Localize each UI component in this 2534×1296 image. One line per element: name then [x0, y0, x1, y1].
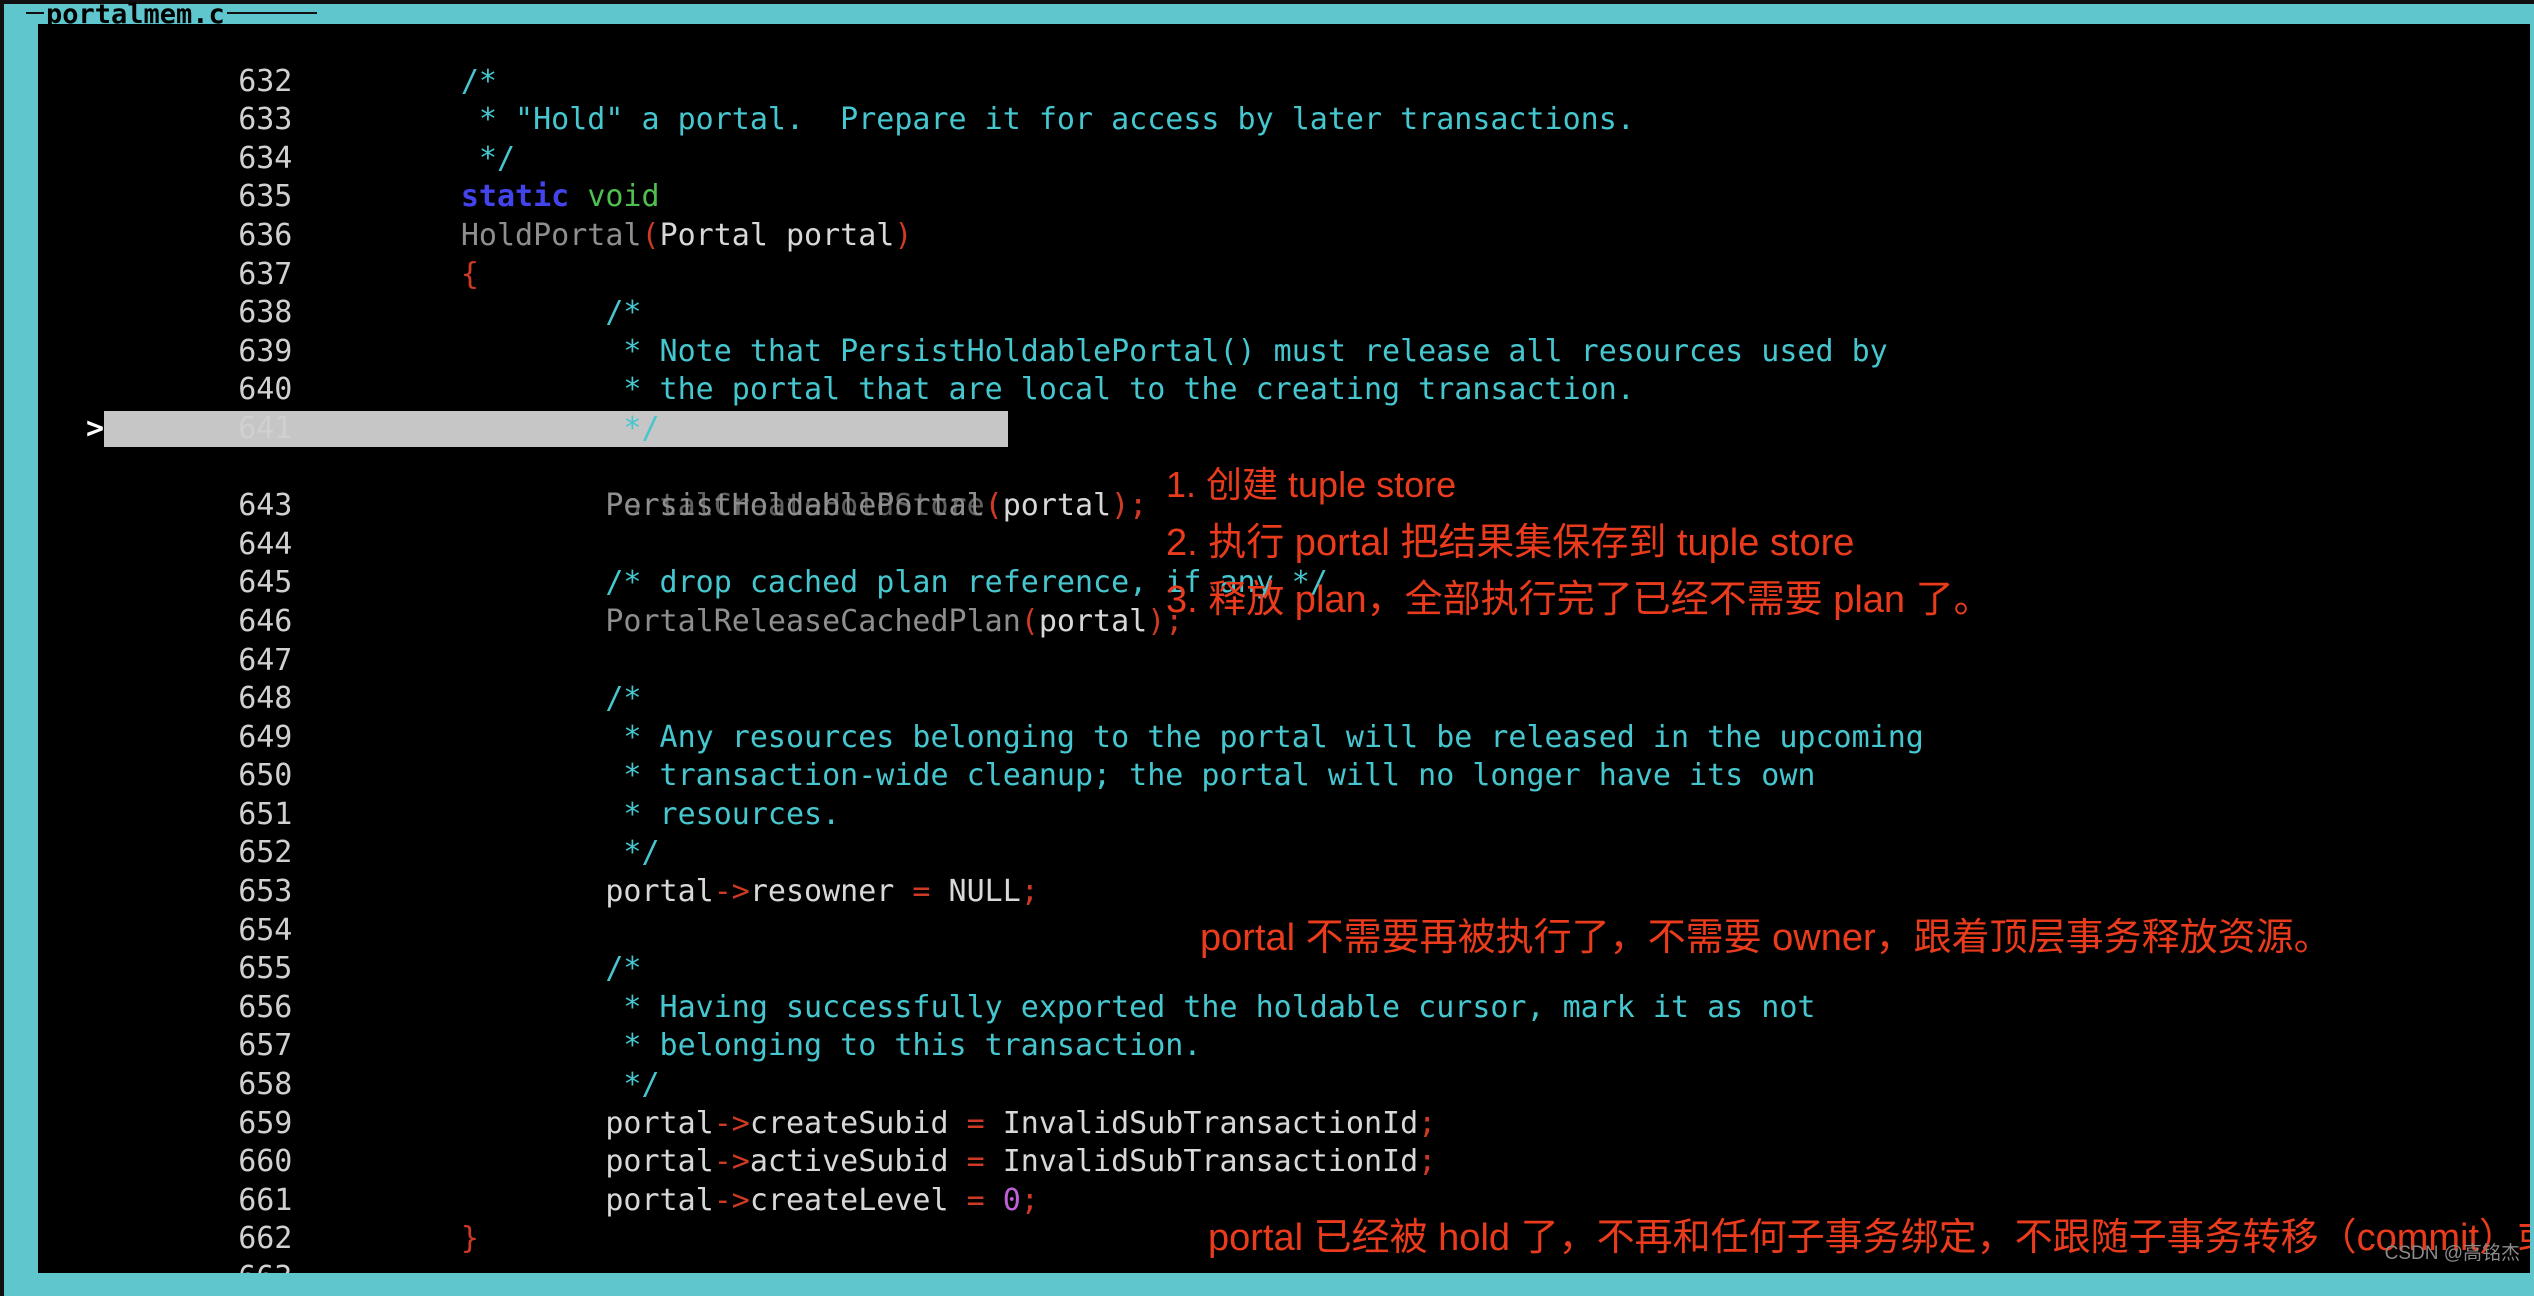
line-number: 634	[238, 140, 293, 176]
line-number: 650	[238, 758, 293, 794]
watermark-label: CSDN @高铭杰	[2384, 1243, 2520, 1264]
line-number: 639	[238, 333, 293, 369]
line-number: 651	[238, 796, 293, 832]
line-number: 633	[238, 102, 293, 138]
line-number: 632	[238, 63, 293, 99]
line-number: 659	[238, 1105, 293, 1141]
line-number: 641	[238, 410, 293, 446]
line-number: 660	[238, 1144, 293, 1180]
line-number: 661	[238, 1182, 293, 1218]
line-number: 645	[238, 565, 293, 601]
line-content: * Note that PersistHoldablePortal() must…	[316, 333, 1888, 369]
title-rule-left	[26, 12, 44, 14]
line-content: /*	[316, 63, 497, 99]
annotation-execute-portal: 2. 执行 portal 把结果集保存到 tuple store	[1166, 522, 1855, 564]
cursor-marker-icon: >	[86, 410, 105, 446]
line-content: * "Hold" a portal. Prepare it for access…	[316, 102, 1635, 138]
line-content: * Having successfully exported the holda…	[316, 989, 1816, 1025]
line-content: * belonging to this transaction.	[316, 1028, 1202, 1064]
line-number: 658	[238, 1067, 293, 1103]
annotation-create-tuple-store: 1. 创建 tuple store	[1166, 464, 1457, 505]
line-content: }	[460, 1221, 479, 1257]
line-content: HoldPortal(Portal portal)	[460, 217, 913, 253]
line-content: * the portal that are local to the creat…	[316, 372, 1635, 408]
line-number: 644	[238, 526, 293, 562]
line-number: 636	[238, 217, 293, 253]
line-number: 649	[238, 719, 293, 755]
file-name-label: portalmem.c	[46, 0, 225, 30]
annotation-no-owner: portal 不需要再被执行了，不需要 owner，跟着顶层事务释放资源。	[1200, 917, 2332, 959]
line-number: 662	[238, 1221, 293, 1257]
line-content: static void	[460, 179, 660, 215]
line-content: portal->activeSubid = InvalidSubTransact…	[316, 1144, 1437, 1180]
line-number: 657	[238, 1028, 293, 1064]
line-content: */	[316, 835, 660, 871]
editor-window: portalmem.c 632 /* 633 * "Hold" a portal…	[0, 0, 2534, 1296]
title-rule-right	[226, 12, 317, 14]
line-content: * transaction-wide cleanup; the portal w…	[316, 758, 1816, 794]
line-number: 635	[238, 179, 293, 215]
line-number: 640	[238, 372, 293, 408]
code-editor-surface[interactable]: 632 /* 633 * "Hold" a portal. Prepare it…	[38, 24, 2530, 1273]
annotation-hold-subtransaction: portal 已经被 hold 了，不再和任何子事务绑定，不跟随子事务转移（co…	[1208, 1217, 2530, 1259]
line-number: 638	[238, 295, 293, 331]
window-title-bar: portalmem.c	[26, 0, 317, 30]
line-content: PortalReleaseCachedPlan(portal);	[605, 603, 1184, 639]
annotation-release-plan: 3. 释放 plan，全部执行完了已经不需要 plan 了。	[1166, 579, 1992, 621]
line-content: */	[316, 1067, 660, 1103]
line-number: 652	[238, 835, 293, 871]
line-content: * resources.	[316, 796, 841, 832]
line-number: 663	[146, 1259, 316, 1273]
line-number: 648	[238, 681, 293, 717]
line-number: 643	[238, 488, 293, 524]
line-content: portal->resowner = NULL;	[316, 874, 1039, 910]
line-content: /*	[316, 681, 642, 717]
code-line[interactable]: 632 /*	[38, 24, 2530, 99]
line-content: {	[460, 256, 479, 292]
code-line[interactable]: 664 /*	[38, 1259, 2530, 1273]
line-number: 653	[238, 874, 293, 910]
line-content: */	[316, 140, 516, 176]
line-number: 655	[238, 951, 293, 987]
line-number: 654	[238, 912, 293, 948]
line-content: portal->createLevel = 0;	[316, 1182, 1039, 1218]
line-content: * Any resources belonging to the portal …	[316, 719, 1924, 755]
line-content: */	[316, 410, 660, 446]
line-number: 637	[238, 256, 293, 292]
code-line[interactable]: 648 /*	[38, 642, 2530, 716]
line-content: /*	[316, 951, 642, 987]
line-content: PersistHoldablePortal(portal);	[605, 488, 1148, 524]
line-content: portal->createSubid = InvalidSubTransact…	[316, 1105, 1437, 1141]
line-number: 647	[238, 642, 293, 678]
line-number: 656	[238, 989, 293, 1025]
line-number: 646	[238, 603, 293, 639]
line-content: /*	[316, 295, 642, 331]
